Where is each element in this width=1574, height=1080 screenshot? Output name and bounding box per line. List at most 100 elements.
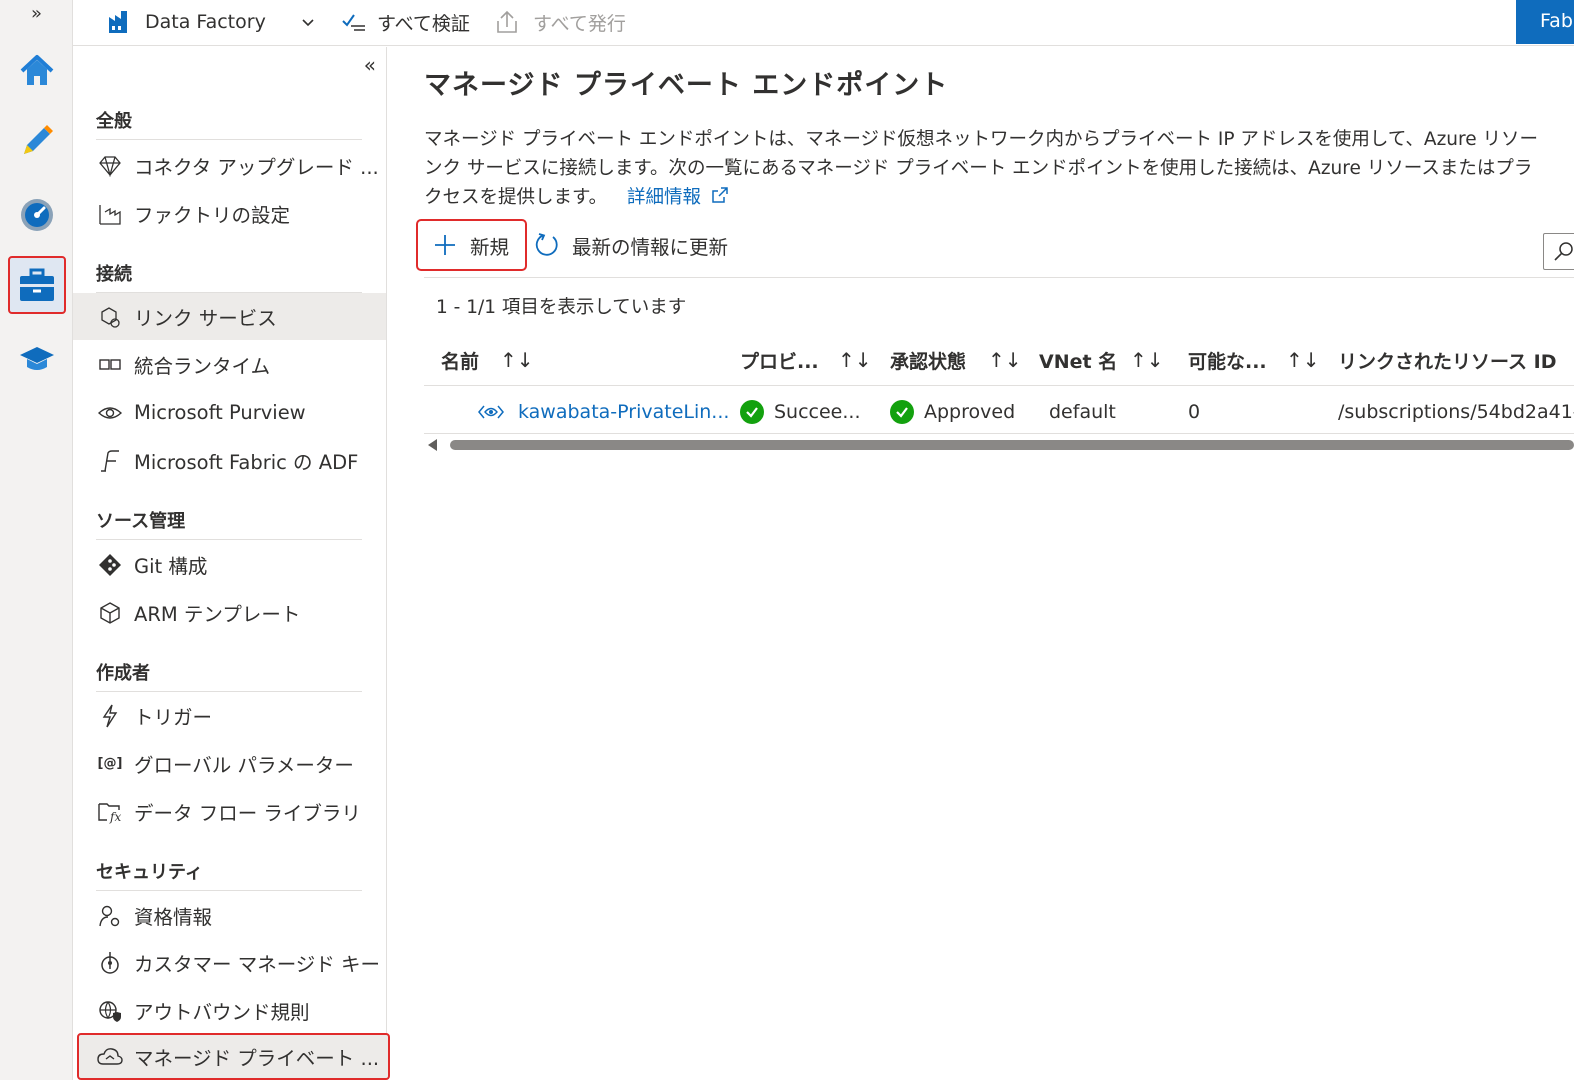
toolbox-icon <box>20 268 54 301</box>
sidebar-item-label: コネクタ アップグレード ... <box>134 156 379 179</box>
top-bar: Data Factory すべて検証 すべて発行 Fab <box>73 0 1574 46</box>
sidebar-item-cmk[interactable]: カスタマー マネージド キー <box>73 939 386 986</box>
validate-icon <box>342 14 365 31</box>
learn-more-link[interactable]: 詳細情報 <box>627 187 729 208</box>
sidebar-item-linked-services[interactable]: リンク サービス <box>73 293 386 340</box>
sidebar-item-label: カスタマー マネージド キー <box>134 953 381 976</box>
section-source-control: ソース管理 <box>96 507 362 540</box>
new-button[interactable]: 新規 <box>416 219 527 271</box>
author-button[interactable] <box>8 112 66 170</box>
header-divider <box>424 385 1574 386</box>
factory-name: Data Factory <box>145 11 266 33</box>
validate-all-button[interactable]: すべて検証 <box>341 0 470 44</box>
cloud-endpoint-icon <box>96 1043 124 1071</box>
horizontal-scrollbar[interactable] <box>424 437 1574 453</box>
refresh-button[interactable]: 最新の情報に更新 <box>534 219 728 271</box>
runtime-icon <box>96 351 124 379</box>
endpoint-name-link[interactable]: kawabata-PrivateLin... <box>518 401 729 423</box>
pencil-icon <box>24 125 53 154</box>
scrollbar-thumb[interactable] <box>450 440 1574 450</box>
sort-icon[interactable]: ↑↓ <box>838 343 872 377</box>
learn-more-label: 詳細情報 <box>627 187 702 208</box>
sidebar-item-label: Git 構成 <box>134 555 208 578</box>
search-button[interactable] <box>1543 233 1574 270</box>
sidebar-item-fabric-adf[interactable]: Microsoft Fabric の ADF <box>73 437 386 484</box>
factory-selector[interactable]: Data Factory <box>107 0 316 44</box>
sidebar-item-label: グローバル パラメーター <box>134 754 354 777</box>
manage-sidebar: « 全般 コネクタ アップグレード ... ファクトリの設定 接続 リンク サー… <box>73 47 390 1080</box>
column-header-fqdn[interactable]: 可能な... <box>1188 343 1267 377</box>
learn-button[interactable] <box>8 330 66 388</box>
table-row-name-cell[interactable]: kawabata-PrivateLin... <box>478 395 729 429</box>
manage-button[interactable] <box>8 256 66 314</box>
sort-icon[interactable]: ↑↓ <box>1130 343 1164 377</box>
plus-icon <box>435 235 455 255</box>
main-content: マネージド プライベート エンドポイント マネージド プライベート エンドポイン… <box>388 47 1574 1080</box>
sidebar-item-label: アウトバウンド規則 <box>134 1001 310 1024</box>
sidebar-item-label: トリガー <box>134 706 213 729</box>
gauge-icon <box>21 199 53 231</box>
sidebar-item-label: マネージド プライベート ... <box>134 1047 380 1070</box>
sidebar-item-global-params[interactable]: [@] グローバル パラメーター <box>73 740 386 787</box>
approval-state: Approved <box>924 401 1016 423</box>
success-check-icon <box>740 400 764 424</box>
table-row-approval-cell: Approved <box>890 395 1015 429</box>
sidebar-item-managed-private-endpoints[interactable]: マネージド プライベート ... <box>77 1033 390 1080</box>
chevron-down-icon <box>302 19 314 27</box>
expand-rail-button[interactable]: » <box>0 2 73 26</box>
publish-all-label: すべて発行 <box>533 12 626 35</box>
section-connections: 接続 <box>96 260 362 293</box>
sidebar-item-outbound-rules[interactable]: アウトバウンド規則 <box>73 987 386 1034</box>
sort-icon[interactable]: ↑↓ <box>1286 343 1320 377</box>
eye-icon <box>96 399 124 427</box>
column-header-provisioning[interactable]: プロビ... <box>740 343 819 377</box>
monitor-button[interactable] <box>8 186 66 244</box>
sidebar-item-git[interactable]: Git 構成 <box>73 541 386 588</box>
fabric-button[interactable]: Fab <box>1516 0 1574 44</box>
sidebar-item-factory-settings[interactable]: ファクトリの設定 <box>73 190 386 237</box>
section-author: 作成者 <box>96 659 362 692</box>
sort-icon[interactable]: ↑↓ <box>500 343 534 377</box>
sidebar-item-triggers[interactable]: トリガー <box>73 692 386 739</box>
sort-icon[interactable]: ↑↓ <box>988 343 1022 377</box>
success-check-icon <box>890 400 914 424</box>
section-general: 全般 <box>96 107 362 140</box>
home-icon <box>20 55 54 85</box>
lightning-icon <box>96 702 124 730</box>
sidebar-item-credentials[interactable]: 資格情報 <box>73 892 386 939</box>
column-header-vnet[interactable]: VNet 名 <box>1039 343 1117 377</box>
column-header-resource-id[interactable]: リンクされたリソース ID <box>1338 343 1557 377</box>
description-line-last: クセスを提供します。 詳細情報 <box>424 183 1574 212</box>
scroll-left-arrow-icon[interactable] <box>428 439 437 451</box>
global-params-icon: [@] <box>97 756 123 771</box>
row-divider <box>424 433 1574 434</box>
svg-text:fx: fx <box>109 810 121 824</box>
collapse-sidebar-button[interactable]: « <box>364 53 376 77</box>
table-row-resource-id-cell: /subscriptions/54bd2a41-f6 <box>1338 401 1574 423</box>
sidebar-item-label: 資格情報 <box>134 906 213 929</box>
item-count: 1 - 1/1 項目を表示しています <box>436 297 687 318</box>
sidebar-item-integration-runtimes[interactable]: 統合ランタイム <box>73 341 386 388</box>
left-nav-rail: » <box>0 0 73 1080</box>
toolbar-divider <box>424 277 1574 278</box>
search-icon <box>1554 242 1573 261</box>
factory-icon <box>109 11 127 33</box>
sidebar-item-label: 統合ランタイム <box>134 355 271 378</box>
home-button[interactable] <box>8 42 66 100</box>
sidebar-item-purview[interactable]: Microsoft Purview <box>73 389 386 436</box>
key-lock-icon <box>96 949 124 977</box>
diamond-icon <box>96 152 124 180</box>
external-link-icon <box>712 187 728 203</box>
publish-all-button[interactable]: すべて発行 <box>495 0 626 44</box>
description-line: ンク サービスに接続します。次の一覧にあるマネージド プライベート エンドポイン… <box>424 158 1533 179</box>
credential-icon <box>96 902 124 930</box>
refresh-icon <box>535 233 558 256</box>
sidebar-item-connector-upgrade[interactable]: コネクタ アップグレード ... <box>73 142 386 189</box>
sidebar-item-arm[interactable]: ARM テンプレート <box>73 589 386 636</box>
sidebar-item-dataflow-library[interactable]: fx データ フロー ライブラリ <box>73 788 386 835</box>
graduation-cap-icon <box>20 347 54 370</box>
refresh-label: 最新の情報に更新 <box>572 235 729 259</box>
column-header-approval[interactable]: 承認状態 <box>890 343 966 377</box>
column-header-name[interactable]: 名前 <box>441 343 479 377</box>
sidebar-item-label: データ フロー ライブラリ <box>134 802 361 825</box>
